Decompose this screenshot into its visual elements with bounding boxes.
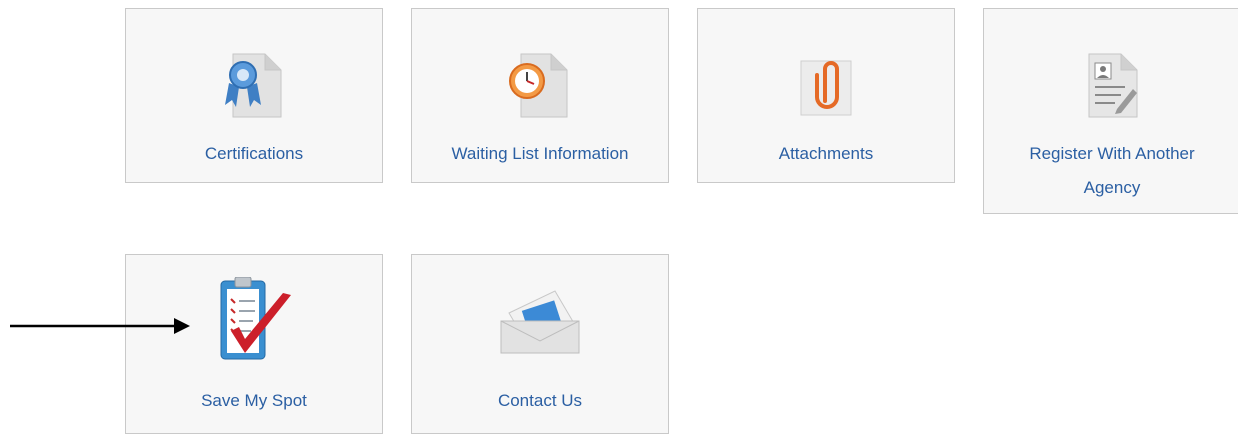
register-with-another-agency-label-line2: Agency: [1083, 178, 1141, 197]
registration-form-icon: [1088, 53, 1138, 118]
contact-us-tile[interactable]: Contact Us: [411, 254, 669, 434]
save-my-spot-label: Save My Spot: [201, 391, 307, 410]
clipboard-checkmark-icon: [220, 277, 291, 360]
certifications-tile[interactable]: Certifications: [125, 8, 383, 183]
attachments-tile[interactable]: Attachments: [697, 8, 955, 183]
waiting-list-information-tile[interactable]: Waiting List Information: [411, 8, 669, 183]
pointer-arrow-icon: [10, 318, 190, 334]
register-with-another-agency-label-line1: Register With Another: [1029, 144, 1195, 163]
waiting-list-information-label: Waiting List Information: [451, 144, 629, 163]
clock-document-icon: [509, 53, 568, 118]
save-my-spot-tile[interactable]: Save My Spot: [125, 254, 383, 434]
attachments-label: Attachments: [778, 144, 874, 163]
certificate-ribbon-icon: [225, 53, 282, 118]
paperclip-icon: [800, 60, 852, 116]
envelope-icon: [500, 290, 580, 354]
certifications-label: Certifications: [204, 144, 304, 163]
register-with-another-agency-tile[interactable]: Register With Another Agency: [983, 8, 1238, 214]
contact-us-label: Contact Us: [497, 391, 583, 410]
